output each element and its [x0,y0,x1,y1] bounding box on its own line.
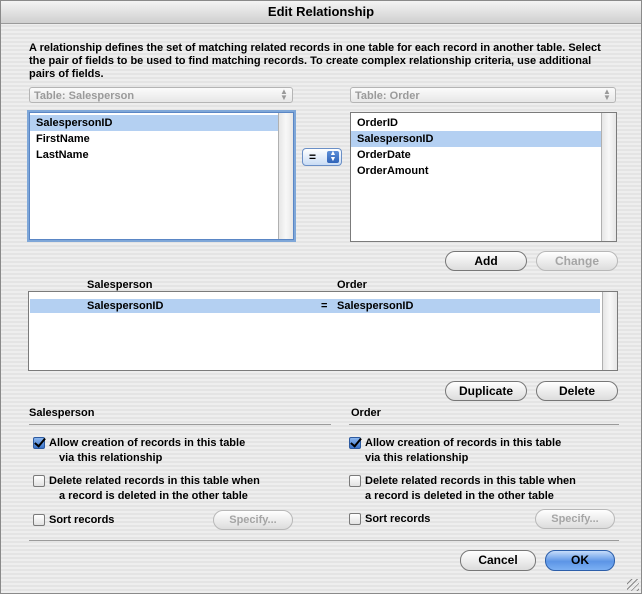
left-options-title: Salesperson [29,407,95,419]
operator-value: = [309,150,317,164]
left-field-list[interactable]: SalespersonID FirstName LastName [29,112,294,240]
table-row[interactable]: SalespersonID = SalespersonID [30,299,600,313]
dialog-description: A relationship defines the set of matchi… [29,42,601,80]
popup-arrows-icon: ▲ ▼ [280,87,288,102]
operator-popup[interactable]: = ▲ ▼ [302,148,342,166]
relationship-right-field: SalespersonID [337,300,414,312]
duplicate-button[interactable]: Duplicate [445,381,527,401]
list-item[interactable]: SalespersonID [351,131,602,147]
left-sort-records-label: Sort records [49,514,115,526]
left-table-value: Salesperson [68,90,135,102]
relationship-operator: = [321,300,328,312]
relationship-list-scrollbar[interactable] [602,292,617,370]
ok-button[interactable]: OK [545,550,615,571]
right-list-scrollbar[interactable] [601,113,616,241]
list-item[interactable]: LastName [30,147,279,163]
left-allow-creation-label: Allow creation of records in this table … [49,437,246,464]
right-table-popup[interactable]: Table: Order ▲ ▼ [350,87,616,103]
right-allow-creation-label: Allow creation of records in this table … [365,437,562,464]
left-specify-button[interactable]: Specify... [213,510,293,530]
left-allow-creation-checkbox[interactable] [33,437,45,449]
right-options-title: Order [351,407,381,419]
list-item[interactable]: SalespersonID [30,115,279,131]
list-item[interactable]: FirstName [30,131,279,147]
relationship-header-left: Salesperson [87,279,153,291]
relationship-left-field: SalespersonID [87,300,164,312]
relationship-header-right: Order [337,279,367,291]
left-table-popup[interactable]: Table: Salesperson ▲ ▼ [29,87,293,103]
popup-arrows-icon: ▲ ▼ [327,150,339,163]
right-sort-records-checkbox[interactable] [349,513,361,525]
bottom-divider [29,540,619,541]
right-options-divider [349,424,619,425]
left-list-scrollbar[interactable] [278,113,293,239]
left-table-label: Table: [34,90,66,102]
right-sort-records-label: Sort records [365,513,431,525]
popup-arrows-icon: ▲ ▼ [603,87,611,102]
list-item[interactable]: OrderAmount [351,163,602,179]
edit-relationship-dialog: Edit Relationship A relationship defines… [0,0,642,594]
right-delete-related-label: Delete related records in this table whe… [365,475,576,502]
add-button[interactable]: Add [445,251,527,271]
left-delete-related-checkbox[interactable] [33,475,45,487]
delete-button[interactable]: Delete [536,381,618,401]
left-sort-records-checkbox[interactable] [33,514,45,526]
cancel-button[interactable]: Cancel [460,550,536,571]
left-delete-related-label: Delete related records in this table whe… [49,475,260,502]
right-delete-related-checkbox[interactable] [349,475,361,487]
change-button[interactable]: Change [536,251,618,271]
right-table-value: Order [389,90,420,102]
relationship-list[interactable]: SalespersonID = SalespersonID [28,291,618,371]
right-specify-button[interactable]: Specify... [535,509,615,529]
list-item[interactable]: OrderDate [351,147,602,163]
list-item[interactable]: OrderID [351,115,602,131]
left-options-divider [29,424,331,425]
right-table-label: Table: [355,90,387,102]
resize-grip-icon[interactable] [627,579,639,591]
right-field-list[interactable]: OrderID SalespersonID OrderDate OrderAmo… [350,112,617,242]
window-title: Edit Relationship [1,1,641,24]
right-allow-creation-checkbox[interactable] [349,437,361,449]
